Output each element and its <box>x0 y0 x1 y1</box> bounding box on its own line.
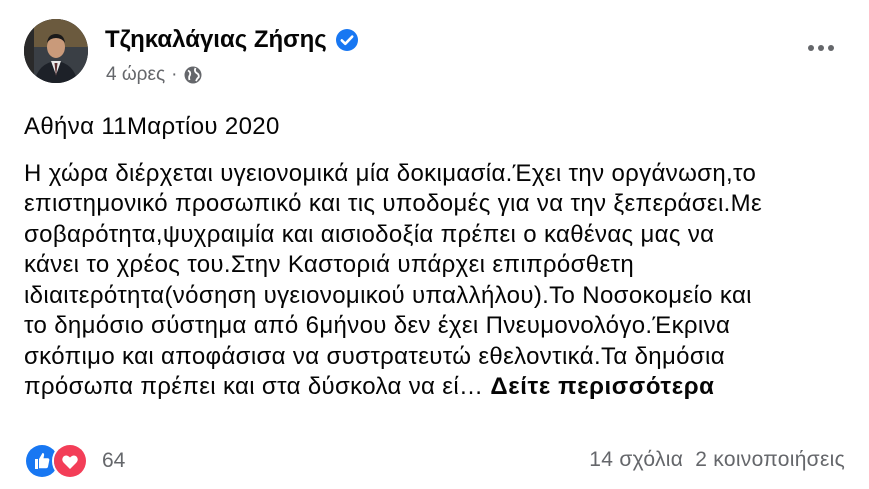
meta-separator: · <box>171 64 178 85</box>
post-text-line: επιστημονικό προσωπικό και τις υποδομές … <box>24 190 763 217</box>
avatar[interactable] <box>24 19 88 83</box>
post-text-line: σκόπιμο και αποφάσισα να συστρατευτώ εθε… <box>24 342 725 370</box>
more-options-dot <box>818 45 824 51</box>
post-text-line-last: πρόσωπα πρέπει και στα δύσκολα να εί… Δε… <box>24 372 854 403</box>
post-text-line: Η χώρα διέρχεται υγειονομικά μία δοκιμασ… <box>24 159 757 187</box>
post-stats: 14 σχόλια 2 κοινοποιήσεις <box>589 448 845 472</box>
globe-icon[interactable] <box>183 65 203 85</box>
comments-count[interactable]: 14 σχόλια <box>589 448 683 472</box>
post-paragraph: Η χώρα διέρχεται υγειονομικά μία δοκιμασ… <box>24 159 854 403</box>
post-text-truncated: πρόσωπα πρέπει και στα δύσκολα να εί… <box>24 373 484 400</box>
post-text-line: ιδιαιτερότητα(νόσηση υγειονομικού υπαλλή… <box>24 281 752 309</box>
see-more-link[interactable]: Δείτε περισσότερα <box>490 373 714 400</box>
shares-count[interactable]: 2 κοινοποιήσεις <box>695 448 845 472</box>
more-options-icon <box>808 45 814 51</box>
reaction-count[interactable]: 64 <box>102 449 125 473</box>
more-options-dot <box>828 45 834 51</box>
author-name-label[interactable]: Τζηκαλάγιας Ζήσης <box>105 26 327 54</box>
reactions-summary[interactable]: 64 <box>24 443 125 479</box>
post-text-line: σοβαρότητα,ψυχραιμία και αισιοδοξία πρέπ… <box>24 220 715 248</box>
love-reaction-icon <box>52 443 88 479</box>
post-location-line: Αθήνα 11Μαρτίου 2020 <box>24 113 280 140</box>
author-name[interactable]: Τζηκαλάγιας Ζήσης <box>105 26 359 54</box>
post-text-line: το δημόσιο σύστημα από 6μήνου δεν έχει Π… <box>24 312 731 339</box>
post-header: Τζηκαλάγιας Ζήσης 4 ώρες · <box>24 18 845 90</box>
verified-badge-icon <box>335 28 359 52</box>
post-timestamp[interactable]: 4 ώρες <box>106 64 165 86</box>
post-text-line: κάνει το χρέος του.Στην Καστοριά υπάρχει… <box>24 251 635 278</box>
post-footer: 64 14 σχόλια 2 κοινοποιήσεις <box>24 440 845 480</box>
post-text: Αθήνα 11Μαρτίου 2020 Η χώρα διέρχεται υγ… <box>24 112 854 403</box>
more-options-button[interactable] <box>803 36 839 60</box>
post-meta: 4 ώρες · <box>106 64 203 86</box>
